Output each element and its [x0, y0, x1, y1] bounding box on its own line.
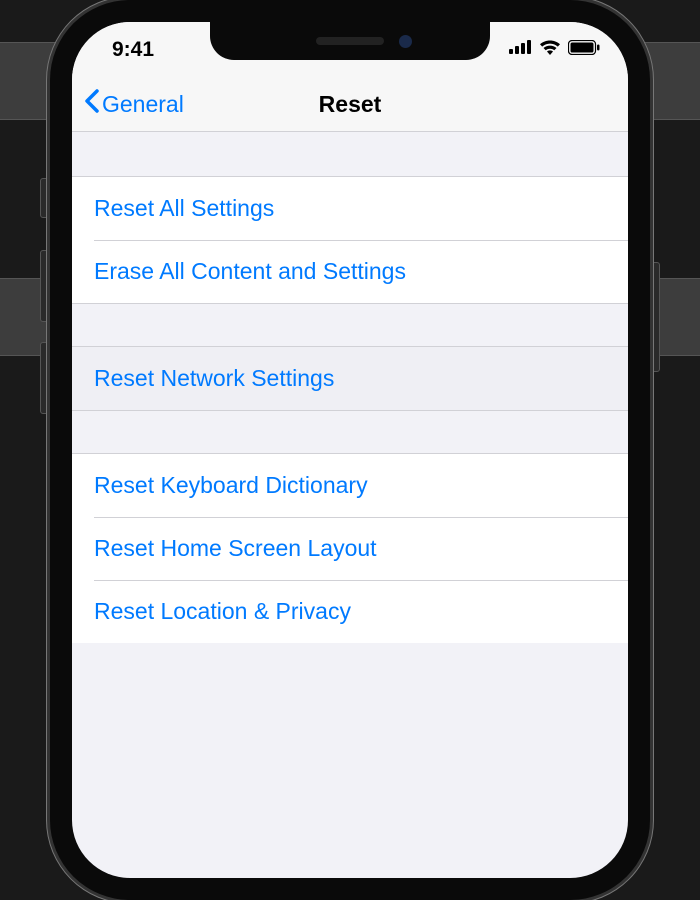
cellular-signal-icon: [509, 40, 532, 59]
reset-location-privacy[interactable]: Reset Location & Privacy: [72, 580, 628, 643]
group-separator: [72, 304, 628, 346]
status-indicators: [509, 39, 600, 60]
cell-label: Reset Network Settings: [94, 365, 334, 391]
cell-label: Reset Home Screen Layout: [94, 535, 377, 561]
reset-all-settings[interactable]: Reset All Settings: [72, 176, 628, 240]
phone-side-button: [650, 262, 660, 372]
group-separator: [72, 411, 628, 453]
navigation-bar: General Reset: [72, 77, 628, 132]
phone-screen: 9:41: [72, 22, 628, 878]
reset-home-screen-layout[interactable]: Reset Home Screen Layout: [72, 517, 628, 580]
back-button-label: General: [102, 91, 184, 118]
battery-icon: [568, 40, 600, 60]
phone-frame: 9:41: [50, 0, 650, 900]
status-time: 9:41: [112, 38, 154, 62]
phone-volume-down-button: [40, 342, 50, 414]
erase-all-content[interactable]: Erase All Content and Settings: [72, 240, 628, 304]
phone-notch: [210, 22, 490, 60]
settings-content: Reset All Settings Erase All Content and…: [72, 132, 628, 643]
back-button[interactable]: General: [72, 89, 184, 119]
cell-label: Reset Keyboard Dictionary: [94, 472, 368, 498]
phone-volume-up-button: [40, 250, 50, 322]
chevron-left-icon: [84, 89, 100, 119]
cell-label: Erase All Content and Settings: [94, 258, 406, 284]
reset-network-settings[interactable]: Reset Network Settings: [72, 346, 628, 411]
phone-mute-switch: [40, 178, 50, 218]
group-separator: [72, 132, 628, 176]
cell-label: Reset All Settings: [94, 195, 274, 221]
reset-keyboard-dictionary[interactable]: Reset Keyboard Dictionary: [72, 453, 628, 517]
phone-camera: [399, 35, 412, 48]
phone-speaker: [316, 37, 384, 45]
cell-label: Reset Location & Privacy: [94, 598, 351, 624]
wifi-icon: [539, 39, 561, 60]
